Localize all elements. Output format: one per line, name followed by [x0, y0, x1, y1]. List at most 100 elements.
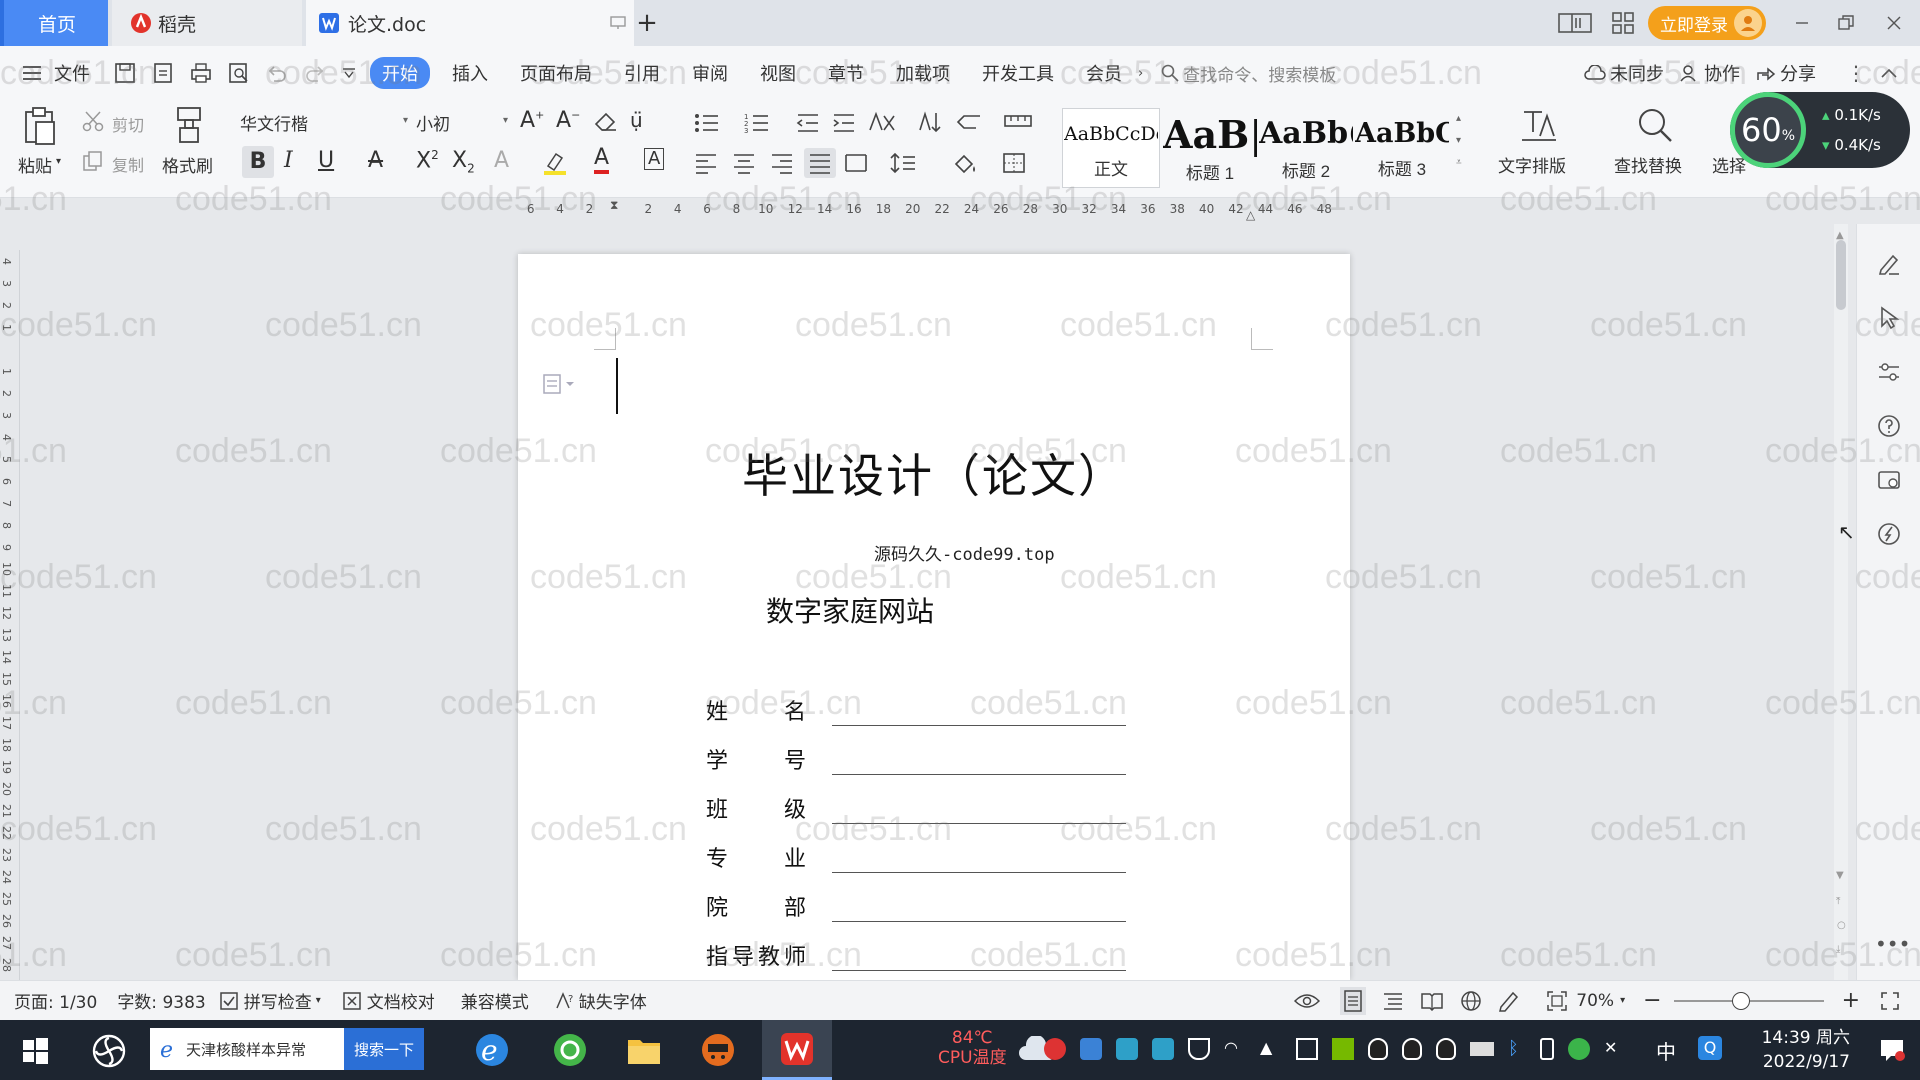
- select-browse-icon[interactable]: ○: [1837, 920, 1846, 931]
- menu-tab-layout[interactable]: 页面布局: [520, 60, 592, 86]
- new-tab-button[interactable]: +: [630, 0, 664, 46]
- page-view-icon[interactable]: [1340, 986, 1367, 1015]
- tab-document[interactable]: 论文.doc: [306, 0, 634, 46]
- menu-file[interactable]: 文件: [54, 60, 90, 86]
- vertical-scrollbar[interactable]: ▲ ▼ ⤒ ○ ⤓: [1834, 224, 1848, 980]
- font-color-button[interactable]: A: [594, 146, 610, 174]
- tray-green-app-icon[interactable]: [1568, 1038, 1590, 1060]
- chevron-right-icon[interactable]: ›: [1138, 66, 1143, 81]
- menu-tab-developer[interactable]: 开发工具: [982, 60, 1054, 86]
- sort-icon[interactable]: [918, 110, 942, 134]
- menu-tab-start[interactable]: 开始: [370, 57, 430, 89]
- adjust-sliders-icon[interactable]: [1877, 360, 1901, 384]
- tab-screen-icon[interactable]: [610, 16, 626, 30]
- menu-tab-member[interactable]: 会员: [1086, 60, 1122, 86]
- line-break-icon[interactable]: [956, 112, 982, 132]
- tray-battery-icon[interactable]: [1470, 1042, 1494, 1056]
- tray-qq2-icon[interactable]: [1402, 1038, 1422, 1060]
- more-vertical-icon[interactable]: ⋮: [1846, 61, 1866, 85]
- zoom-slider[interactable]: [1673, 991, 1824, 1011]
- chevron-down-icon[interactable]: [342, 67, 356, 79]
- char-border-button[interactable]: A: [644, 148, 665, 170]
- right-indent-marker-icon[interactable]: △: [1246, 208, 1255, 222]
- missing-font-button[interactable]: 缺失字体: [579, 988, 647, 1013]
- collapse-ribbon-icon[interactable]: [1880, 67, 1898, 79]
- distribute-icon[interactable]: [844, 152, 868, 174]
- cut-button[interactable]: 剪切: [112, 112, 144, 136]
- fit-page-icon[interactable]: [1546, 990, 1568, 1012]
- taskbar-search-input[interactable]: 天津核酸样本异常: [186, 1039, 344, 1060]
- tray-shield-icon[interactable]: [1188, 1038, 1210, 1060]
- zoom-out-icon[interactable]: −: [1643, 988, 1661, 1013]
- line-spacing-icon[interactable]: [890, 152, 916, 174]
- style-heading-2[interactable]: AaBb( 标题 2: [1258, 108, 1354, 188]
- text-direction-icon[interactable]: [868, 110, 896, 134]
- close-icon[interactable]: [1868, 15, 1920, 31]
- fill-line[interactable]: [832, 849, 1126, 873]
- style-heading-1[interactable]: AaB| 标题 1: [1162, 108, 1258, 188]
- tray-red-icon[interactable]: [1044, 1038, 1066, 1060]
- vertical-ruler[interactable]: 4 3 2 1 1 2 3 4 5 6 7 8 9 10 11 12 13 14 15 16 17 18 19 20 21 22 2…: [0, 250, 20, 980]
- windows-start-icon[interactable]: [22, 1038, 48, 1064]
- tray-q-icon[interactable]: Q: [1698, 1036, 1722, 1060]
- compass-icon[interactable]: [1877, 522, 1901, 546]
- tray-screenshot-icon[interactable]: [1296, 1038, 1318, 1060]
- taskbar-search[interactable]: e 天津核酸样本异常 搜索一下: [150, 1028, 424, 1070]
- menu-tab-chapter[interactable]: 章节: [828, 60, 864, 86]
- eye-protection-icon[interactable]: [1294, 992, 1321, 1010]
- proofread-button[interactable]: 文档校对: [367, 988, 435, 1013]
- tray-volume-mute-icon[interactable]: ✕: [1604, 1038, 1626, 1060]
- write-mode-icon[interactable]: [1498, 990, 1520, 1012]
- tray-bell-icon[interactable]: ▲: [1260, 1038, 1282, 1060]
- menu-tab-addins[interactable]: 加载项: [896, 60, 950, 86]
- tray-wifi-icon[interactable]: ◠: [1224, 1038, 1246, 1060]
- grow-font-icon[interactable]: A+: [520, 108, 544, 133]
- paste-icon[interactable]: [22, 106, 58, 146]
- web-view-icon[interactable]: [1460, 990, 1482, 1012]
- word-count[interactable]: 字数: 9383: [117, 988, 205, 1013]
- find-replace-button[interactable]: 查找替换: [1614, 152, 1682, 177]
- tray-qq-icon[interactable]: [1368, 1038, 1388, 1060]
- undo-icon[interactable]: [266, 63, 288, 83]
- superscript-button[interactable]: X2: [416, 148, 439, 173]
- paste-dropdown-icon[interactable]: ▾: [56, 156, 61, 167]
- zoom-slider-handle[interactable]: [1731, 991, 1750, 1010]
- italic-button[interactable]: I: [284, 148, 293, 173]
- format-painter-button[interactable]: 格式刷: [162, 152, 213, 177]
- document-page[interactable]: 毕业设计（论文） 源码久久-code99.top 数字家庭网站 姓名 学号 班级…: [518, 254, 1350, 980]
- scroll-down-icon[interactable]: ▼: [1836, 870, 1844, 881]
- help-icon[interactable]: [1877, 414, 1901, 438]
- login-button[interactable]: 立即登录: [1648, 6, 1766, 40]
- menu-tab-review[interactable]: 审阅: [692, 60, 728, 86]
- shading-icon[interactable]: [952, 152, 978, 174]
- minimize-icon[interactable]: [1780, 16, 1824, 30]
- phonetic-guide-icon[interactable]: ụ̈: [630, 108, 643, 132]
- fill-line[interactable]: [832, 751, 1126, 775]
- backup-icon[interactable]: [1877, 468, 1901, 492]
- underline-button[interactable]: U: [318, 148, 334, 173]
- taskbar-clock[interactable]: 14:39 周六 2022/9/17: [1762, 1026, 1850, 1074]
- restore-icon[interactable]: [1824, 15, 1868, 31]
- fullscreen-icon[interactable]: [1880, 991, 1900, 1011]
- more-horizontal-icon[interactable]: •••: [1875, 932, 1910, 956]
- wps-app-icon[interactable]: [762, 1020, 832, 1080]
- align-left-icon[interactable]: [694, 152, 718, 174]
- align-center-icon[interactable]: [732, 152, 756, 174]
- reading-view-icon[interactable]: [1420, 991, 1444, 1011]
- pen-icon[interactable]: [1877, 252, 1901, 276]
- zoom-in-icon[interactable]: +: [1842, 988, 1860, 1013]
- collaborate-button[interactable]: 协作: [1704, 60, 1740, 86]
- text-layout-button[interactable]: 文字排版: [1498, 152, 1566, 177]
- edge-browser-icon[interactable]: e: [474, 1032, 510, 1068]
- tray-nvidia-icon[interactable]: [1332, 1038, 1354, 1060]
- command-search-input[interactable]: 查找命令、搜索模板: [1183, 61, 1413, 86]
- ime-indicator[interactable]: 中: [1656, 1036, 1676, 1065]
- decrease-indent-icon[interactable]: [796, 112, 820, 134]
- game-app-icon[interactable]: [700, 1032, 736, 1068]
- menu-tab-insert[interactable]: 插入: [452, 60, 488, 86]
- page-indicator[interactable]: 页面: 1/30: [14, 988, 97, 1013]
- font-name-select[interactable]: 华文行楷 ▾: [234, 107, 410, 137]
- next-page-icon[interactable]: ⤓: [1836, 944, 1840, 955]
- tray-sync-icon[interactable]: [1152, 1038, 1174, 1060]
- spell-check-button[interactable]: 拼写检查: [244, 988, 312, 1013]
